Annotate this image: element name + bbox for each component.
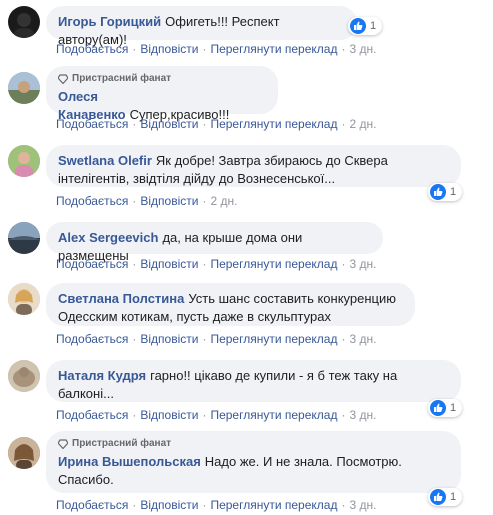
reply-link[interactable]: Відповісти bbox=[140, 117, 198, 131]
reactions-count[interactable]: 1 bbox=[428, 399, 463, 417]
separator-dot: · bbox=[202, 42, 207, 56]
comment-time[interactable]: 3 дн. bbox=[349, 42, 376, 56]
comment-bubble: Светлана Полстина Усть шанс составить кон… bbox=[46, 283, 415, 326]
comment-author[interactable]: Наталя Кудря bbox=[58, 368, 146, 383]
separator-dot: · bbox=[202, 332, 207, 346]
like-link[interactable]: Подобається bbox=[56, 257, 128, 271]
avatar[interactable] bbox=[8, 360, 40, 392]
comment-author[interactable]: Светлана Полстина bbox=[58, 291, 184, 306]
comment-time[interactable]: 3 дн. bbox=[349, 408, 376, 422]
separator-dot: · bbox=[341, 498, 346, 512]
see-translation-link[interactable]: Переглянути переклад bbox=[210, 498, 337, 512]
separator-dot: · bbox=[202, 257, 207, 271]
separator-dot: · bbox=[202, 498, 207, 512]
comment-bubble: Игорь Горицкий Офигеть!!! Респект автору(… bbox=[46, 6, 357, 47]
diamond-icon bbox=[58, 74, 68, 84]
comment-time[interactable]: 2 дн. bbox=[349, 117, 376, 131]
top-fan-badge: Пристрасний фанат bbox=[58, 73, 266, 85]
comment-bubble: Пристрасний фанат Олеся Канавенко Супер,к… bbox=[46, 66, 278, 122]
like-icon bbox=[430, 184, 446, 200]
separator-dot: · bbox=[132, 194, 137, 208]
see-translation-link[interactable]: Переглянути переклад bbox=[210, 117, 337, 131]
comment-time[interactable]: 3 дн. bbox=[349, 332, 376, 346]
reply-link[interactable]: Відповісти bbox=[140, 194, 198, 208]
reaction-count: 1 bbox=[450, 491, 457, 503]
comment-author[interactable]: Ирина Вышепольская bbox=[58, 454, 201, 469]
avatar[interactable] bbox=[8, 145, 40, 177]
comment-actions: Подобається · Відповісти · Переглянути перек… bbox=[56, 497, 376, 513]
separator-dot: · bbox=[341, 408, 346, 422]
like-icon bbox=[430, 489, 446, 505]
fan-badge-label: Пристрасний фанат bbox=[72, 438, 172, 449]
comment-bubble: Alex Sergeevich да, на крыше дома они раз… bbox=[46, 222, 383, 263]
reaction-count: 1 bbox=[370, 20, 377, 32]
avatar-image bbox=[8, 437, 40, 469]
comment-bubble: Пристрасний фанат Ирина Вышепольская Надо… bbox=[46, 431, 461, 493]
reply-link[interactable]: Відповісти bbox=[140, 332, 198, 346]
reactions-count[interactable]: 1 bbox=[348, 17, 383, 35]
like-link[interactable]: Подобається bbox=[56, 498, 128, 512]
reactions-count[interactable]: 1 bbox=[428, 488, 463, 506]
like-link[interactable]: Подобається bbox=[56, 408, 128, 422]
see-translation-link[interactable]: Переглянути переклад bbox=[210, 408, 337, 422]
top-fan-badge: Пристрасний фанат bbox=[58, 438, 449, 450]
comment-actions: Подобається · Відповісти · Переглянути перек… bbox=[56, 407, 376, 423]
see-translation-link[interactable]: Переглянути переклад bbox=[210, 257, 337, 271]
reply-link[interactable]: Відповісти bbox=[140, 257, 198, 271]
comment-bubble: Swetlana Olefir Як добре! Завтра збираюсь… bbox=[46, 145, 461, 187]
comment-author[interactable]: Swetlana Olefir bbox=[58, 153, 152, 168]
separator-dot: · bbox=[202, 194, 207, 208]
comment-author[interactable]: Игорь Горицкий bbox=[58, 14, 161, 29]
separator-dot: · bbox=[341, 257, 346, 271]
avatar[interactable] bbox=[8, 6, 40, 38]
avatar-image bbox=[8, 222, 40, 254]
separator-dot: · bbox=[132, 42, 137, 56]
see-translation-link[interactable]: Переглянути переклад bbox=[210, 332, 337, 346]
see-translation-link[interactable]: Переглянути переклад bbox=[210, 42, 337, 56]
reply-link[interactable]: Відповісти bbox=[140, 408, 198, 422]
avatar-image bbox=[8, 283, 40, 315]
comment-bubble: Наталя Кудря гарно!! цікаво де купили - я… bbox=[46, 360, 461, 402]
separator-dot: · bbox=[341, 332, 346, 346]
comment-time[interactable]: 3 дн. bbox=[349, 257, 376, 271]
like-icon bbox=[430, 400, 446, 416]
separator-dot: · bbox=[341, 42, 346, 56]
comment-time[interactable]: 3 дн. bbox=[349, 498, 376, 512]
like-icon bbox=[350, 18, 366, 34]
avatar[interactable] bbox=[8, 437, 40, 469]
fan-badge-label: Пристрасний фанат bbox=[72, 73, 172, 84]
like-link[interactable]: Подобається bbox=[56, 42, 128, 56]
comment-actions: Подобається · Відповісти · 2 дн. bbox=[56, 193, 237, 209]
separator-dot: · bbox=[132, 332, 137, 346]
like-link[interactable]: Подобається bbox=[56, 117, 128, 131]
avatar-image bbox=[8, 360, 40, 392]
separator-dot: · bbox=[202, 117, 207, 131]
avatar[interactable] bbox=[8, 72, 40, 104]
separator-dot: · bbox=[202, 408, 207, 422]
diamond-icon bbox=[58, 439, 68, 449]
reaction-count: 1 bbox=[450, 402, 457, 414]
avatar[interactable] bbox=[8, 283, 40, 315]
separator-dot: · bbox=[132, 498, 137, 512]
comment-actions: Подобається · Відповісти · Переглянути перек… bbox=[56, 116, 376, 132]
separator-dot: · bbox=[132, 408, 137, 422]
comment-actions: Подобається · Відповісти · Переглянути перек… bbox=[56, 256, 376, 272]
separator-dot: · bbox=[132, 117, 137, 131]
comment-time[interactable]: 2 дн. bbox=[210, 194, 237, 208]
separator-dot: · bbox=[341, 117, 346, 131]
avatar-image bbox=[14, 13, 34, 38]
reactions-count[interactable]: 1 bbox=[428, 183, 463, 201]
avatar[interactable] bbox=[8, 222, 40, 254]
reply-link[interactable]: Відповісти bbox=[140, 498, 198, 512]
like-link[interactable]: Подобається bbox=[56, 194, 128, 208]
like-link[interactable]: Подобається bbox=[56, 332, 128, 346]
comment-actions: Подобається · Відповісти · Переглянути перек… bbox=[56, 331, 376, 347]
comment-author[interactable]: Alex Sergeevich bbox=[58, 230, 158, 245]
reply-link[interactable]: Відповісти bbox=[140, 42, 198, 56]
reaction-count: 1 bbox=[450, 186, 457, 198]
comment-actions: Подобається · Відповісти · Переглянути перек… bbox=[56, 41, 376, 57]
avatar-image bbox=[8, 145, 40, 177]
avatar-image bbox=[8, 72, 40, 104]
separator-dot: · bbox=[132, 257, 137, 271]
